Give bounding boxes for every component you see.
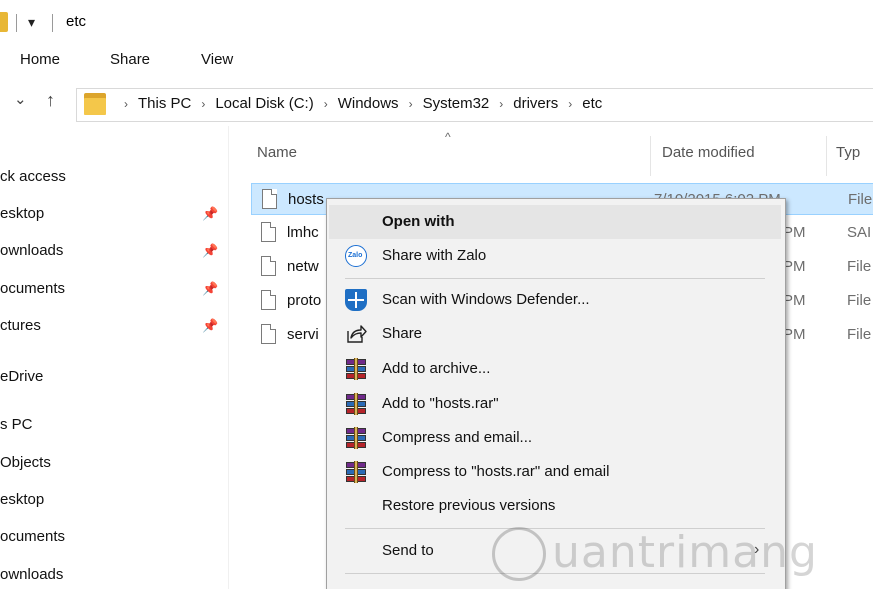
winrar-icon (345, 393, 367, 415)
breadcrumb-system32[interactable]: System32 (423, 95, 490, 112)
quick-access-dropdown-icon[interactable]: ▾ (28, 14, 35, 30)
nav-item-documents-pc[interactable]: ocuments (0, 528, 65, 545)
pin-icon: 📌 (202, 281, 219, 296)
menu-item-label: Add to "hosts.rar" (382, 395, 499, 412)
nav-item-this-pc[interactable]: s PC (0, 416, 33, 433)
file-type: File (847, 326, 872, 343)
menu-item-scan-windows-defender[interactable]: Scan with Windows Defender... (329, 283, 781, 317)
folder-icon (0, 12, 8, 32)
breadcrumb-local-disk[interactable]: Local Disk (C:) (215, 95, 313, 112)
file-type: File (848, 191, 873, 208)
menu-item-share-with-zalo[interactable]: Zalo Share with Zalo (329, 239, 781, 273)
winrar-icon (345, 461, 367, 483)
breadcrumb-separator-icon[interactable]: › (499, 97, 503, 111)
menu-item-label: Share (382, 325, 423, 342)
watermark-text: uantrimang (552, 527, 818, 578)
nav-item-quick-access[interactable]: ck access (0, 168, 66, 185)
tab-view[interactable]: View (201, 51, 233, 68)
file-name: servi (287, 326, 319, 343)
breadcrumb-drivers[interactable]: drivers (513, 95, 558, 112)
column-header-date-modified[interactable]: Date modified (662, 144, 755, 161)
winrar-icon (345, 358, 367, 380)
recent-locations-chevron-icon[interactable]: ⌄ (14, 90, 27, 108)
column-header-type[interactable]: Typ (836, 144, 860, 161)
breadcrumb-separator-icon[interactable]: › (201, 97, 205, 111)
menu-separator (345, 278, 765, 279)
column-divider[interactable] (650, 136, 651, 176)
file-name: proto (287, 292, 322, 309)
up-arrow-icon[interactable]: ↑ (46, 90, 55, 111)
windows-defender-icon (345, 289, 367, 311)
pin-icon: 📌 (202, 206, 219, 221)
share-icon (345, 323, 367, 345)
file-name: lmhc (287, 224, 319, 241)
zalo-icon: Zalo (345, 245, 367, 267)
menu-item-compress-and-email[interactable]: Compress and email... (329, 421, 781, 455)
file-icon (261, 324, 276, 344)
breadcrumb-separator-icon[interactable]: › (324, 97, 328, 111)
menu-item-add-to-archive[interactable]: Add to archive... (329, 352, 781, 386)
file-name: netw (287, 258, 319, 275)
nav-item-documents[interactable]: ocuments (0, 280, 65, 297)
file-type: File (847, 292, 872, 309)
ribbon-tabs: Home Share View (0, 45, 873, 77)
watermark: uantrimang (492, 525, 842, 585)
nav-item-downloads[interactable]: ownloads (0, 242, 63, 259)
pin-icon: 📌 (202, 243, 219, 258)
watermark-logo-icon (492, 527, 546, 581)
nav-item-onedrive[interactable]: eDrive (0, 368, 43, 385)
file-type: SAI (847, 224, 872, 241)
nav-item-desktop-pc[interactable]: esktop (0, 491, 44, 508)
menu-item-label: Compress to "hosts.rar" and email (382, 463, 610, 480)
menu-item-label: Open with (382, 213, 455, 230)
pin-icon: 📌 (202, 318, 219, 333)
file-date: PM (783, 224, 806, 241)
breadcrumb-this-pc[interactable]: This PC (138, 95, 191, 112)
menu-item-label: Share with Zalo (382, 247, 487, 264)
title-separator (52, 14, 53, 32)
tab-share[interactable]: Share (110, 51, 150, 68)
title-separator (16, 14, 17, 32)
menu-item-share[interactable]: Share (329, 317, 781, 351)
breadcrumb-windows[interactable]: Windows (338, 95, 399, 112)
navigation-pane: ck access esktop 📌 ownloads 📌 ocuments 📌… (0, 130, 228, 589)
menu-item-label: Send to (382, 542, 434, 559)
menu-item-label: Scan with Windows Defender... (382, 291, 590, 308)
title-bar: ▾ etc (0, 0, 873, 40)
menu-item-open-with[interactable]: Open with (329, 205, 781, 239)
file-icon (262, 189, 277, 209)
breadcrumb: › This PC › Local Disk (C:) › Windows › … (114, 95, 602, 112)
menu-item-add-to-hosts-rar[interactable]: Add to "hosts.rar" (329, 387, 781, 421)
file-date: PM (783, 326, 806, 343)
file-date: PM (783, 292, 806, 309)
menu-item-label: Restore previous versions (382, 497, 556, 514)
tab-home[interactable]: Home (20, 51, 60, 68)
nav-item-downloads-pc[interactable]: ownloads (0, 566, 63, 583)
winrar-icon (345, 427, 367, 449)
menu-item-restore-previous-versions[interactable]: Restore previous versions (329, 489, 781, 523)
sort-ascending-icon: ^ (445, 130, 451, 144)
window-title: etc (66, 13, 87, 30)
file-icon (261, 290, 276, 310)
address-row: ⌄ ↑ › This PC › Local Disk (C:) › Window… (0, 82, 873, 126)
file-name: hosts (288, 191, 324, 208)
file-icon (261, 256, 276, 276)
breadcrumb-separator-icon[interactable]: › (124, 97, 128, 111)
menu-item-compress-to-hosts-rar-and-email[interactable]: Compress to "hosts.rar" and email (329, 455, 781, 489)
breadcrumb-separator-icon[interactable]: › (409, 97, 413, 111)
folder-icon (84, 93, 106, 115)
file-date: PM (783, 258, 806, 275)
menu-item-label: Add to archive... (382, 360, 491, 377)
nav-item-desktop[interactable]: esktop (0, 205, 44, 222)
file-type: File (847, 258, 872, 275)
file-icon (261, 222, 276, 242)
nav-item-3d-objects[interactable]: Objects (0, 454, 51, 471)
column-header-name[interactable]: Name (257, 144, 297, 161)
column-divider[interactable] (826, 136, 827, 176)
breadcrumb-separator-icon[interactable]: › (568, 97, 572, 111)
nav-item-pictures[interactable]: ctures (0, 317, 41, 334)
breadcrumb-etc[interactable]: etc (582, 95, 602, 112)
menu-item-label: Compress and email... (382, 429, 533, 446)
